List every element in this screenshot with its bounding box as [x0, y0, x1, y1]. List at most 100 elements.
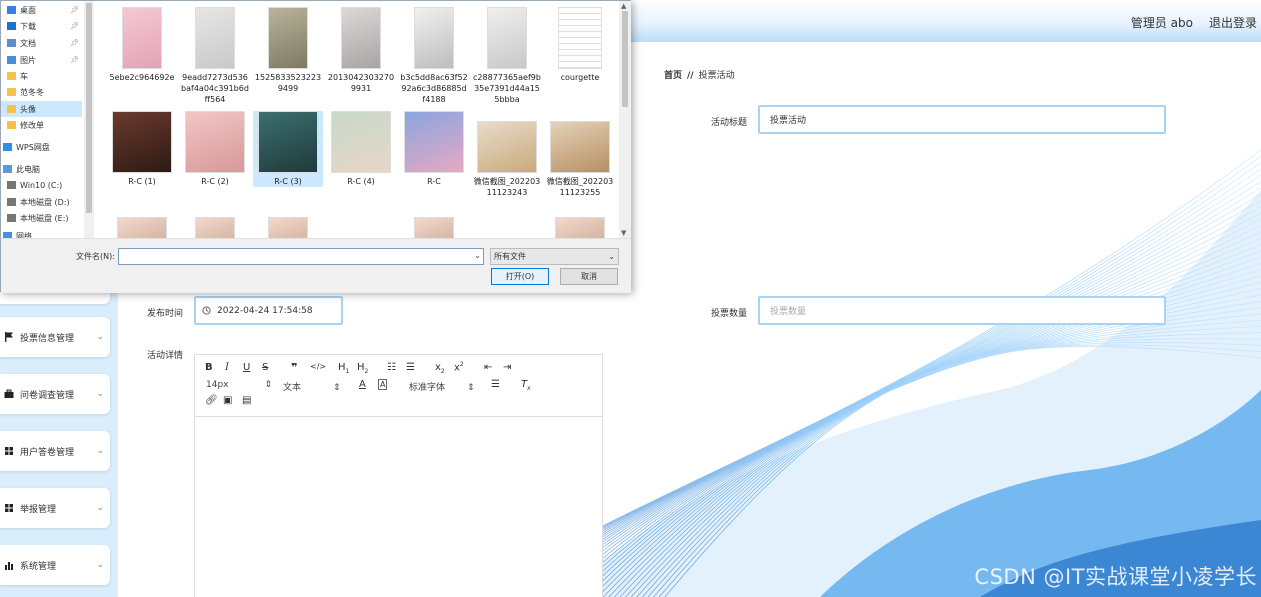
nav-item[interactable]: 修改单	[1, 117, 82, 133]
sidebar-item-report-management[interactable]: 举报管理 ⌄	[0, 488, 110, 528]
title-input[interactable]: 投票活动	[758, 105, 1166, 134]
document-icon	[558, 7, 602, 69]
align-icon[interactable]: ☰	[491, 379, 500, 390]
blockquote-icon[interactable]: ❞	[291, 361, 297, 374]
image-thumbnail	[341, 7, 381, 69]
code-icon[interactable]: </>	[310, 362, 326, 371]
heading2-icon[interactable]: H2	[357, 362, 368, 375]
file-name: R-C	[427, 177, 441, 186]
chevron-down-icon: ⌄	[96, 446, 104, 456]
file-item[interactable]: 20130423032709931	[326, 7, 396, 94]
cancel-button[interactable]: 取消	[560, 268, 618, 285]
file-item[interactable]: 5ebe2c964692e	[107, 7, 177, 83]
chevron-down-icon: ⌄	[96, 389, 104, 399]
image-icon[interactable]: ▣	[223, 395, 232, 406]
file-item[interactable]: b3c5dd8ac63f5292a6c3d86885df4188	[399, 7, 469, 105]
nav-item[interactable]: 此电脑	[1, 161, 82, 177]
font-family-select[interactable]: 标准字体 ⇕	[409, 380, 475, 393]
video-icon[interactable]: ▤	[242, 395, 251, 406]
file-item[interactable]: R-C	[399, 111, 469, 187]
ordered-list-icon[interactable]: ☷	[387, 362, 396, 373]
briefcase-icon	[4, 389, 14, 399]
file-item[interactable]: 9eadd7273d536baf4a04c391b6dff564	[180, 7, 250, 105]
nav-item-label: 桌面	[20, 5, 36, 15]
nav-item[interactable]: 车	[1, 68, 82, 84]
image-thumbnail	[268, 217, 308, 238]
image-thumbnail	[404, 111, 464, 173]
folder-icon	[7, 105, 16, 113]
file-item-partial[interactable]	[399, 217, 469, 238]
indent-icon[interactable]: ⇥	[503, 362, 511, 373]
nav-item[interactable]: 下载 📌︎	[1, 18, 82, 34]
file-item-partial[interactable]	[253, 217, 323, 238]
font-size-select[interactable]: 14px ⇕	[206, 380, 272, 390]
chevron-down-icon[interactable]: ⌄	[474, 251, 481, 260]
vote-count-input[interactable]: 投票数量	[758, 296, 1166, 325]
file-name: 20130423032709931	[327, 73, 395, 93]
nav-item[interactable]: 范冬冬	[1, 84, 82, 100]
editor-content[interactable]	[195, 417, 602, 597]
publish-time-label: 发布时间	[147, 309, 184, 319]
file-item-partial[interactable]	[180, 217, 250, 238]
sidebar-item-system-management[interactable]: 系统管理 ⌄	[0, 545, 110, 585]
file-name: 微信截图_20220311123255	[546, 177, 614, 197]
block-type-select[interactable]: 文本 ⇕	[283, 380, 341, 393]
background-color-icon[interactable]: A	[378, 379, 388, 390]
outdent-icon[interactable]: ⇤	[484, 362, 492, 373]
nav-item[interactable]: 图片 📌︎	[1, 52, 82, 68]
breadcrumb-current: 投票活动	[698, 71, 735, 81]
nav-item[interactable]: 文档 📌︎	[1, 35, 82, 51]
subscript-icon[interactable]: x2	[435, 362, 445, 375]
breadcrumb-home[interactable]: 首页	[664, 71, 682, 81]
image-thumbnail	[258, 111, 318, 173]
file-item[interactable]: courgette	[545, 7, 615, 83]
file-grid-scrollbar[interactable]: ▲ ▼	[619, 1, 631, 238]
image-thumbnail	[414, 217, 454, 238]
folder-icon	[7, 39, 16, 47]
file-item[interactable]: c28877365aef9b35e7391d44a155bbba	[472, 7, 542, 105]
nav-item[interactable]: 桌面 📌︎	[1, 2, 82, 18]
nav-item-label: 下载	[20, 21, 36, 31]
file-item[interactable]: 15258335232239499	[253, 7, 323, 94]
file-item-partial[interactable]	[545, 217, 615, 238]
folder-icon	[7, 56, 16, 64]
filename-input[interactable]: ⌄	[118, 248, 484, 265]
superscript-icon[interactable]: x2	[454, 361, 464, 373]
file-grid: 5ebe2c964692e 9eadd7273d536baf4a04c391b6d…	[95, 1, 619, 238]
open-button[interactable]: 打开(O)	[491, 268, 549, 285]
admin-username: 管理员 abo	[1130, 16, 1193, 30]
underline-icon[interactable]: U	[243, 362, 250, 373]
file-item[interactable]: 微信截图_20220311123255	[545, 111, 615, 198]
scroll-down-icon[interactable]: ▼	[621, 229, 626, 237]
nav-item[interactable]: 头像	[1, 101, 82, 117]
file-item-partial[interactable]	[107, 217, 177, 238]
file-item[interactable]: R-C (4)	[326, 111, 396, 187]
link-icon[interactable]: 🔗︎	[205, 395, 218, 406]
file-item[interactable]: R-C (2)	[180, 111, 250, 187]
heading1-icon[interactable]: H1	[338, 362, 349, 375]
italic-icon[interactable]: I	[225, 362, 229, 373]
bullet-list-icon[interactable]: ☰	[406, 362, 415, 373]
folder-icon	[7, 6, 16, 14]
file-item[interactable]: 微信截图_20220311123243	[472, 111, 542, 198]
navigation-scrollbar[interactable]	[84, 1, 94, 238]
nav-item[interactable]: Win10 (C:)	[1, 177, 82, 193]
strikethrough-icon[interactable]: S	[262, 362, 268, 373]
bold-icon[interactable]: B	[205, 362, 213, 373]
nav-item-label: 车	[20, 71, 28, 81]
file-item[interactable]: R-C (3)	[253, 111, 323, 187]
filetype-select[interactable]: 所有文件 ⌄	[490, 248, 619, 265]
sidebar-item-answer-management[interactable]: 用户答卷管理 ⌄	[0, 431, 110, 471]
font-color-icon[interactable]: A	[359, 379, 366, 390]
sidebar-item-vote-management[interactable]: 投票信息管理 ⌄	[0, 317, 110, 357]
nav-item[interactable]: WPS网盘	[1, 139, 82, 155]
logout-link[interactable]: 退出登录	[1209, 14, 1257, 31]
nav-item[interactable]: 本地磁盘 (D:)	[1, 194, 82, 210]
scroll-up-icon[interactable]: ▲	[621, 2, 626, 10]
clear-format-icon[interactable]: Tx	[521, 379, 531, 392]
nav-item-label: 文档	[20, 38, 36, 48]
sidebar-item-survey-management[interactable]: 问卷调查管理 ⌄	[0, 374, 110, 414]
publish-time-input[interactable]: 2022-04-24 17:54:58	[194, 296, 343, 325]
file-item[interactable]: R-C (1)	[107, 111, 177, 187]
nav-item[interactable]: 本地磁盘 (E:)	[1, 210, 82, 226]
